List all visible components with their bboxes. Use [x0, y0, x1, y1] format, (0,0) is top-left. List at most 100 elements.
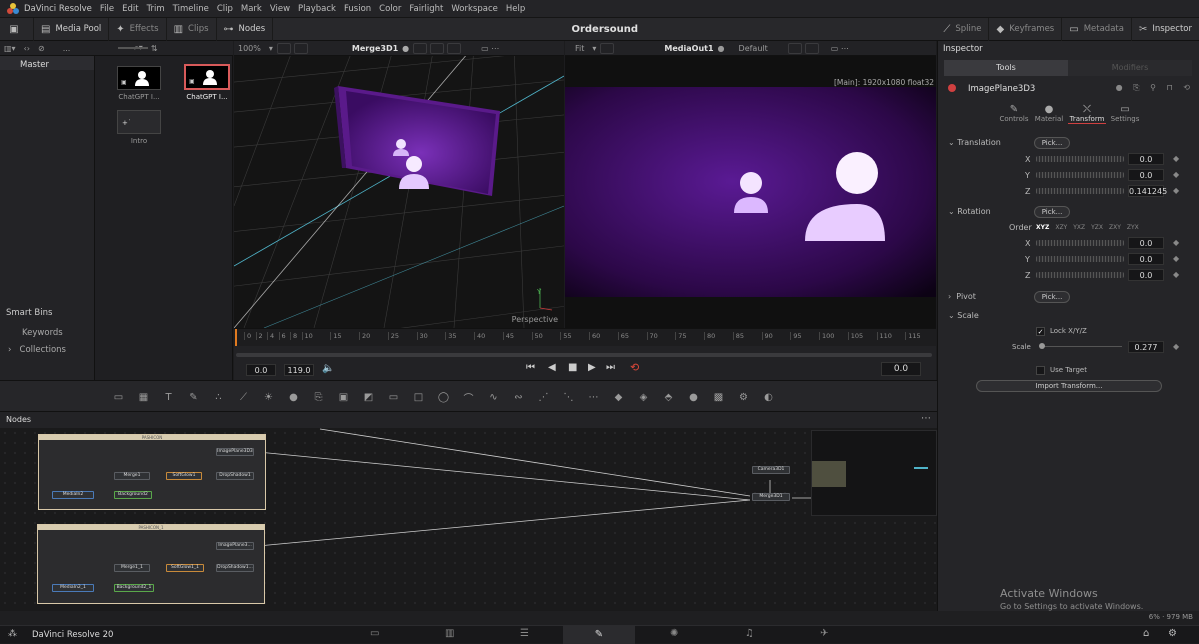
- use-target-checkbox[interactable]: [1036, 366, 1045, 375]
- tool-icon[interactable]: ⟋: [231, 392, 256, 403]
- rz-keyframe-icon[interactable]: ◆: [1173, 270, 1179, 279]
- nodes-more-icon[interactable]: ⋯: [921, 413, 931, 424]
- node-dropshadow1[interactable]: DropShadow1: [216, 472, 254, 480]
- play-icon[interactable]: ▶: [588, 362, 596, 373]
- node-merge1[interactable]: Merge1: [114, 472, 150, 480]
- settings-gear-icon[interactable]: ⚙: [1168, 628, 1177, 639]
- viewer2-lut[interactable]: Default: [739, 44, 768, 53]
- page-color-icon[interactable]: ✺: [670, 628, 678, 639]
- range-start-field[interactable]: 0.0: [246, 364, 276, 376]
- viewer1-more-icon[interactable]: ▭ ⋯: [481, 44, 499, 53]
- viewer2-option-a[interactable]: [600, 42, 615, 54]
- stop-icon[interactable]: ■: [568, 362, 577, 373]
- node-softglow1-1[interactable]: SoftGlow1_1: [166, 564, 204, 572]
- tz-field[interactable]: 0.141245: [1128, 185, 1167, 197]
- viewer1-dot-icon[interactable]: ●: [402, 44, 409, 53]
- viewer2-dot-icon[interactable]: ●: [718, 44, 725, 53]
- nav-arrows-icon[interactable]: ‹›: [24, 44, 30, 53]
- viewer2-fit[interactable]: Fit: [575, 44, 584, 53]
- scale-keyframe-icon[interactable]: ◆: [1173, 342, 1179, 351]
- order-zyx[interactable]: ZYX: [1127, 224, 1139, 231]
- viewer1-option-e[interactable]: [447, 42, 462, 54]
- thumb-size-slider[interactable]: [118, 47, 148, 49]
- node-background2-1[interactable]: Background2_1: [114, 584, 154, 592]
- clips-button[interactable]: ▥ Clips: [167, 17, 217, 41]
- menu-timeline[interactable]: Timeline: [173, 4, 209, 14]
- media-pool-button[interactable]: ▤ Media Pool: [34, 17, 110, 41]
- playhead[interactable]: [235, 329, 237, 347]
- translation-section[interactable]: ⌄ Translation: [948, 138, 1198, 150]
- rz-field[interactable]: 0.0: [1128, 269, 1164, 281]
- tool-icon[interactable]: ⎘: [306, 392, 331, 403]
- node-merge3d1[interactable]: Merge3D1: [752, 493, 790, 501]
- node-mediain2[interactable]: MediaIn2: [52, 491, 94, 499]
- tool-icon[interactable]: ▭: [106, 392, 131, 403]
- panel-toggle-button[interactable]: ▣: [0, 17, 34, 41]
- menu-mark[interactable]: Mark: [241, 4, 262, 14]
- ry-field[interactable]: 0.0: [1128, 253, 1164, 265]
- scale-field[interactable]: 0.277: [1128, 341, 1164, 353]
- tool-icon[interactable]: ◯: [431, 392, 456, 403]
- loop-icon[interactable]: ⟲: [630, 361, 639, 374]
- nodes-button[interactable]: ⊶ Nodes: [217, 17, 274, 41]
- bin-master[interactable]: Master: [0, 56, 94, 70]
- node-softglow1[interactable]: SoftGlow1: [166, 472, 202, 480]
- metadata-button[interactable]: ▭ Metadata: [1062, 17, 1132, 41]
- tool-header-icons[interactable]: ● ⎘ ⚲ ⊓ ⟲: [1116, 83, 1194, 93]
- scale-slider-knob[interactable]: [1039, 343, 1045, 349]
- scale-section[interactable]: ⌄ Scale: [948, 311, 1028, 323]
- media-item-3[interactable]: +˙ Intro: [117, 110, 161, 148]
- subtab-transform[interactable]: ⤬ Transform: [1068, 104, 1106, 124]
- tool-icon[interactable]: ⋯: [581, 392, 606, 403]
- tool-icon[interactable]: ▦: [131, 392, 156, 403]
- scale-slider[interactable]: [1039, 343, 1122, 349]
- tool-enable-icon[interactable]: [948, 84, 956, 92]
- tab-modifiers[interactable]: Modifiers: [1068, 60, 1192, 76]
- page-deliver-icon[interactable]: ✈: [820, 628, 828, 639]
- viewer2-more-icon[interactable]: ▭ ⋯: [831, 44, 849, 53]
- ry-slider[interactable]: [1036, 256, 1124, 262]
- subtab-settings[interactable]: ▭ Settings: [1108, 104, 1142, 123]
- viewer1-option-c[interactable]: [413, 42, 428, 54]
- tool-icon[interactable]: ⋰: [531, 392, 556, 403]
- home-icon[interactable]: ⌂: [1143, 628, 1149, 639]
- tool-icon[interactable]: ◆: [606, 392, 631, 403]
- viewer1-option-a[interactable]: [276, 42, 291, 54]
- tool-icon[interactable]: ☀: [256, 392, 281, 403]
- ty-field[interactable]: 0.0: [1128, 169, 1164, 181]
- media-item-2[interactable]: ▣ ChatGPT I...: [184, 64, 230, 104]
- go-to-end-icon[interactable]: ⏭: [606, 362, 615, 373]
- range-end-field[interactable]: 119.0: [284, 364, 314, 376]
- tx-keyframe-icon[interactable]: ◆: [1173, 154, 1179, 163]
- tool-icon[interactable]: ⌒: [456, 390, 481, 405]
- tool-icon[interactable]: ✎: [181, 392, 206, 403]
- node-mediain2-1[interactable]: MediaIn2_1: [52, 584, 94, 592]
- more-options-icon[interactable]: ...: [63, 44, 71, 53]
- tool-icon[interactable]: ∴: [206, 392, 231, 403]
- tool-icon[interactable]: ●: [681, 392, 706, 403]
- ty-slider[interactable]: [1036, 172, 1124, 178]
- rx-field[interactable]: 0.0: [1128, 237, 1164, 249]
- menu-file[interactable]: File: [100, 4, 114, 14]
- smart-bin-collections[interactable]: › Collections: [8, 345, 66, 355]
- tx-slider[interactable]: [1036, 156, 1124, 162]
- media-item-1[interactable]: ▣ ChatGPT I...: [117, 66, 161, 104]
- current-time-field[interactable]: 0.0: [881, 362, 921, 376]
- node-camera3d1[interactable]: Camera3D1: [752, 466, 790, 474]
- node-dropshadow1-1[interactable]: DropShadow1...: [216, 564, 254, 572]
- menu-help[interactable]: Help: [506, 4, 525, 14]
- viewer2-option-c[interactable]: [804, 42, 819, 54]
- import-transform-button[interactable]: Import Transform...: [976, 380, 1162, 392]
- order-yzx[interactable]: YZX: [1091, 224, 1103, 231]
- tool-icon[interactable]: ∾: [506, 392, 531, 403]
- menu-clip[interactable]: Clip: [217, 4, 233, 14]
- page-media-icon[interactable]: ▭: [370, 628, 379, 639]
- list-view-icon[interactable]: ▥▾: [4, 44, 16, 53]
- node-background2[interactable]: Background2: [114, 491, 152, 499]
- tool-icon[interactable]: ◈: [631, 392, 656, 403]
- menu-view[interactable]: View: [270, 4, 290, 14]
- tz-slider[interactable]: [1036, 188, 1124, 194]
- rotation-section[interactable]: ⌄ Rotation: [948, 207, 1198, 219]
- order-yxz[interactable]: YXZ: [1073, 224, 1085, 231]
- node-editor[interactable]: PASHICON PASHICON_1 ImagePlane3D3 Merge1…: [0, 428, 937, 611]
